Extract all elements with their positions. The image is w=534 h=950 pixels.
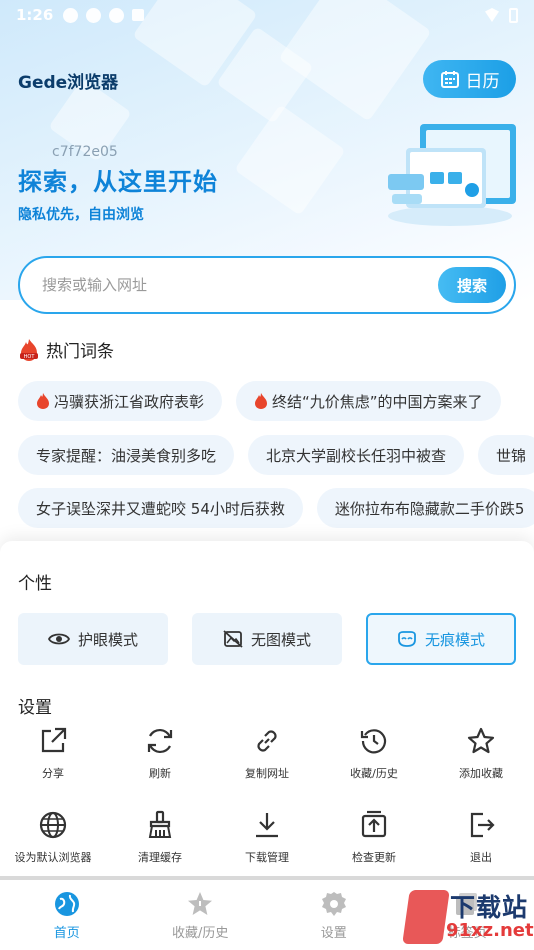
set-default-browser-button[interactable]: 设为默认浏览器 — [5, 809, 101, 865]
share-icon — [41, 727, 67, 753]
no-image-mode-button[interactable]: 无图模式 — [192, 613, 342, 665]
hot-chip[interactable]: 北京大学副校长任羽中被查 — [248, 435, 465, 475]
status-time: 1:26 — [16, 6, 54, 24]
browser-illustration — [388, 124, 516, 226]
tab-settings[interactable]: 设置 — [267, 880, 401, 950]
hero-subtitle: 隐私优先，自由浏览 — [18, 207, 144, 223]
watermark-logo — [402, 890, 450, 944]
star-icon — [467, 727, 495, 754]
clear-cache-button[interactable]: 清理缓存 — [112, 809, 208, 865]
link-icon — [257, 730, 277, 752]
star-icon — [188, 891, 213, 915]
check-update-button[interactable]: 检查更新 — [326, 809, 422, 865]
notification-icon — [109, 7, 125, 23]
add-bookmark-button[interactable]: 添加收藏 — [433, 725, 529, 781]
search-bar: 搜索 — [18, 256, 516, 314]
hot-fire-icon: HOT — [20, 338, 38, 361]
hot-row: 专家提醒：油浸美食别多吃 北京大学副校长任羽中被查 世锦 — [18, 435, 534, 475]
notification-icon — [86, 7, 102, 23]
hot-chip[interactable]: 专家提醒：油浸美食别多吃 — [18, 435, 235, 475]
hot-title: 热门词条 — [46, 342, 114, 362]
eye-icon — [47, 633, 70, 645]
notification-icon — [132, 9, 145, 21]
battery-icon — [509, 7, 518, 23]
download-manager-button[interactable]: 下载管理 — [219, 809, 315, 865]
refresh-icon — [147, 728, 173, 754]
globe-icon — [39, 811, 67, 839]
calendar-icon — [440, 71, 459, 88]
menu-sheet: 个性 护眼模式 无图模式 无痕模式 设置 分享 刷新 复制网址 收藏/历史 添加… — [0, 541, 534, 881]
hero-title: 探索，从这里开始 — [18, 168, 218, 196]
search-button[interactable]: 搜索 — [438, 267, 506, 303]
hot-chip[interactable]: 女子误坠深井又遭蛇咬 54小时后获救 — [18, 488, 303, 528]
search-input[interactable] — [42, 276, 438, 294]
hot-row: 女子误坠深井又遭蛇咬 54小时后获救 迷你拉布布隐藏款二手价跌5 — [18, 488, 534, 528]
calendar-button[interactable]: 日历 — [423, 60, 516, 98]
tab-bookmarks-history[interactable]: 收藏/历史 — [134, 880, 268, 950]
gear-icon — [321, 891, 346, 916]
hot-row: 冯骥获浙江省政府表彰 终结“九价焦虑”的中国方案来了 — [18, 381, 501, 421]
hot-chip[interactable]: 终结“九价焦虑”的中国方案来了 — [236, 381, 501, 421]
download-icon — [256, 813, 278, 838]
site-watermark: 下载站 91xz.net — [402, 888, 534, 950]
exit-button[interactable]: 退出 — [433, 809, 529, 865]
wifi-icon — [485, 8, 499, 22]
exit-icon — [470, 812, 495, 838]
fire-icon — [37, 393, 49, 409]
copy-url-button[interactable]: 复制网址 — [219, 725, 315, 781]
refresh-button[interactable]: 刷新 — [112, 725, 208, 781]
hot-chip[interactable]: 迷你拉布布隐藏款二手价跌5 — [316, 488, 534, 528]
status-bar: 1:26 — [0, 0, 534, 30]
hot-chip[interactable]: 冯骥获浙江省政府表彰 — [18, 381, 223, 421]
hot-section-header: HOT 热门词条 — [18, 337, 114, 362]
calendar-label: 日历 — [465, 71, 500, 92]
no-image-icon — [223, 630, 243, 648]
tab-home[interactable]: 首页 — [0, 880, 134, 950]
incognito-icon — [398, 631, 416, 647]
incognito-mode-button[interactable]: 无痕模式 — [366, 613, 516, 665]
hero-code: c7f72e05 — [52, 144, 118, 160]
history-icon — [360, 729, 387, 754]
broom-icon — [148, 810, 172, 838]
globe-icon — [54, 891, 79, 916]
update-icon — [361, 810, 387, 838]
settings-title: 设置 — [18, 698, 52, 718]
notification-icon — [63, 7, 79, 23]
fire-icon — [255, 393, 268, 409]
share-button[interactable]: 分享 — [5, 725, 101, 781]
eye-care-mode-button[interactable]: 护眼模式 — [18, 613, 168, 665]
bookmarks-history-button[interactable]: 收藏/历史 — [326, 725, 422, 781]
hot-chip[interactable]: 世锦 — [478, 435, 534, 475]
svg-text:HOT: HOT — [24, 354, 36, 360]
personal-title: 个性 — [18, 574, 52, 594]
app-title: Gede浏览器 — [18, 73, 119, 93]
